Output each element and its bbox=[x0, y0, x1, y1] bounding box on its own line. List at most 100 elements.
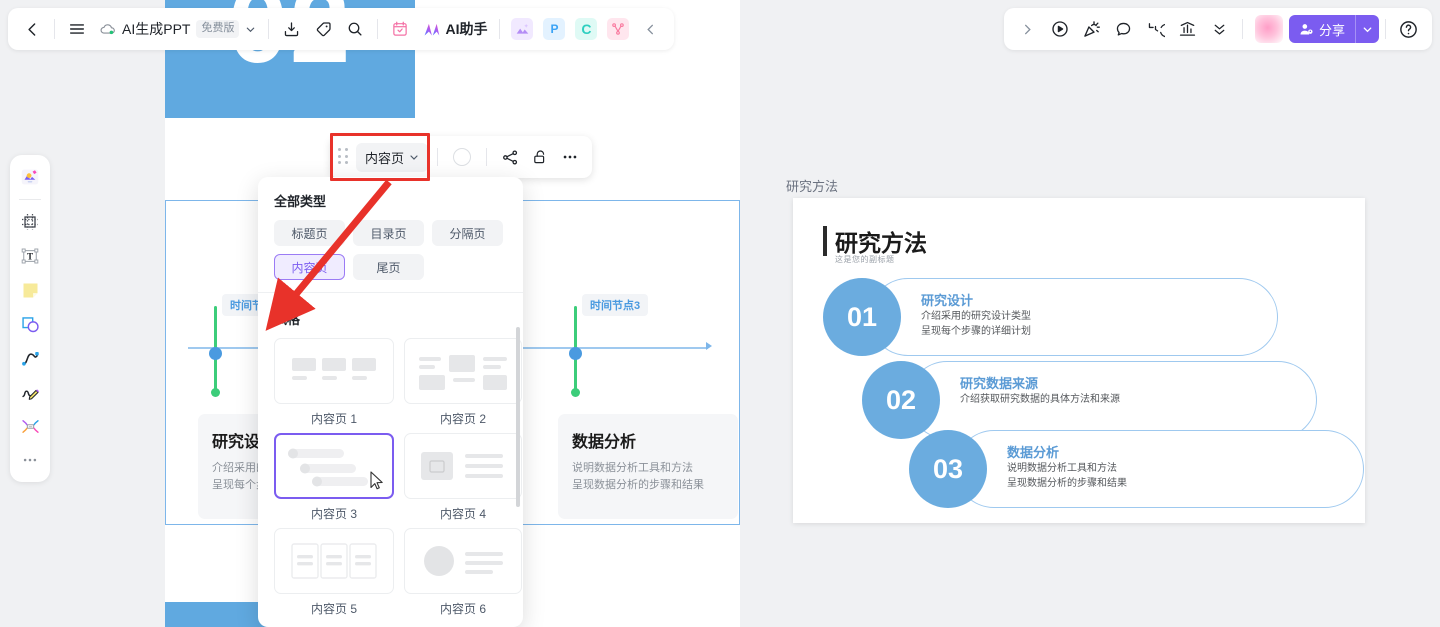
drag-handle-icon[interactable] bbox=[338, 148, 350, 166]
frame-tool[interactable] bbox=[15, 207, 45, 237]
history-button[interactable] bbox=[1140, 13, 1172, 45]
document-title-button[interactable]: AI生成PPT 免费版 bbox=[93, 19, 262, 39]
expand-toolbar-button[interactable] bbox=[1012, 13, 1044, 45]
mindmap-app-icon[interactable]: C bbox=[575, 18, 598, 40]
timeline-card[interactable]: 数据分析 说明数据分析工具和方法 呈现数据分析的步骤和结果 bbox=[558, 414, 738, 519]
style-option-content-4[interactable]: 内容页 4 bbox=[404, 433, 522, 522]
svg-text:T: T bbox=[27, 251, 33, 261]
more-tools[interactable] bbox=[15, 445, 45, 475]
download-button[interactable] bbox=[275, 13, 307, 45]
user-share-icon bbox=[1300, 23, 1313, 34]
style-option-content-2[interactable]: 内容页 2 bbox=[404, 338, 522, 427]
back-button[interactable] bbox=[16, 13, 48, 45]
double-chevron-down-icon bbox=[1215, 24, 1225, 35]
preview-item-heading: 研究数据来源 bbox=[960, 376, 1039, 391]
share-label: 分享 bbox=[1318, 22, 1345, 38]
tag-button[interactable] bbox=[307, 13, 339, 45]
style-option-content-5[interactable]: 内容页 5 bbox=[274, 528, 394, 617]
collapse-panel-button[interactable] bbox=[1204, 13, 1236, 45]
celebrate-button[interactable] bbox=[1076, 13, 1108, 45]
preview-item-line: 说明数据分析工具和方法 bbox=[1007, 463, 1117, 474]
style-thumbnail-preview bbox=[274, 528, 394, 594]
timeline-card-line: 说明数据分析工具和方法 bbox=[572, 462, 693, 474]
timeline-end-dot bbox=[211, 388, 220, 397]
chevron-right-icon bbox=[1025, 24, 1032, 34]
history-clock-icon bbox=[1149, 22, 1166, 37]
toolbar-divider bbox=[486, 148, 488, 166]
pen-curve-tool[interactable] bbox=[15, 343, 45, 373]
help-button[interactable] bbox=[1392, 13, 1424, 45]
type-chip-title-page[interactable]: 标题页 bbox=[274, 220, 345, 246]
sticky-note-tool[interactable] bbox=[15, 275, 45, 305]
shapes-tool[interactable] bbox=[15, 309, 45, 339]
unlock-icon[interactable] bbox=[526, 143, 554, 171]
freehand-draw-tool[interactable] bbox=[15, 377, 45, 407]
toolbar-divider bbox=[1241, 19, 1243, 39]
image-app-icon[interactable] bbox=[511, 18, 534, 40]
connector-tool[interactable] bbox=[15, 411, 45, 441]
preview-item-body: 介绍获取研究数据的具体方法和来源 bbox=[960, 392, 1120, 407]
tag-icon bbox=[316, 21, 331, 36]
templates-tool[interactable] bbox=[15, 162, 45, 192]
left-tool-rail[interactable]: T bbox=[10, 155, 50, 482]
style-thumbnail-grid: 内容页 1 内容页 2 内容页 3 内容页 4 内容页 5 内容页 6 bbox=[258, 338, 523, 627]
style-option-content-6[interactable]: 内容页 6 bbox=[404, 528, 522, 617]
calendar-icon bbox=[393, 21, 408, 36]
search-icon bbox=[349, 22, 363, 36]
type-chip-section-page[interactable]: 分隔页 bbox=[432, 220, 503, 246]
play-circle-icon bbox=[1052, 21, 1068, 37]
help-circle-icon bbox=[1399, 20, 1417, 38]
ai-assistant-button[interactable]: AI助手 bbox=[416, 19, 493, 39]
chevron-down-icon bbox=[1363, 26, 1372, 32]
page-type-label: 内容页 bbox=[365, 150, 405, 166]
preview-title: 研究方法 bbox=[835, 230, 927, 256]
type-chip-toc-page[interactable]: 目录页 bbox=[353, 220, 424, 246]
type-chip-content-page[interactable]: 内容页 bbox=[274, 254, 345, 280]
style-thumbnail-preview bbox=[404, 433, 522, 499]
top-right-toolbar[interactable]: 分享 bbox=[1003, 8, 1432, 50]
preview-slide[interactable]: 研究方法 这是您的副标题 01 研究设计 介绍采用的研究设计类型 呈现每个步骤的… bbox=[793, 198, 1365, 523]
comments-button[interactable] bbox=[1108, 13, 1140, 45]
type-chip-end-page[interactable]: 尾页 bbox=[353, 254, 424, 280]
timeline-card-line: 呈现数据分析的步骤和结果 bbox=[572, 479, 704, 492]
mouse-cursor bbox=[370, 471, 383, 490]
collapse-toolbar-button[interactable] bbox=[634, 13, 666, 45]
statistics-button[interactable] bbox=[1172, 13, 1204, 45]
comment-bubble-icon bbox=[1117, 22, 1131, 36]
panel-divider bbox=[258, 292, 523, 293]
toolbar-divider bbox=[268, 19, 270, 39]
cloud-sync-icon bbox=[100, 23, 115, 34]
timeline-end-dot bbox=[571, 388, 580, 397]
share-dropdown-toggle[interactable] bbox=[1355, 15, 1379, 43]
timeline-chip-label: 时间节点3 bbox=[582, 294, 649, 316]
panel-scrollbar[interactable] bbox=[516, 327, 520, 507]
present-button[interactable] bbox=[1044, 13, 1076, 45]
calendar-button[interactable] bbox=[384, 13, 416, 45]
more-horizontal-icon[interactable] bbox=[556, 143, 584, 171]
preview-title-accent-bar bbox=[823, 226, 827, 256]
menu-button[interactable] bbox=[61, 13, 93, 45]
search-button[interactable] bbox=[339, 13, 371, 45]
style-option-content-1[interactable]: 内容页 1 bbox=[274, 338, 394, 427]
avatar[interactable] bbox=[1254, 15, 1283, 43]
top-toolbar[interactable]: AI生成PPT 免费版 AI助手 P C bbox=[8, 8, 675, 50]
page-type-dropdown[interactable]: 内容页 bbox=[356, 142, 429, 172]
style-option-label: 内容页 3 bbox=[310, 507, 357, 521]
preview-item-02: 02 研究数据来源 介绍获取研究数据的具体方法和来源 bbox=[862, 361, 1317, 439]
slide-floating-toolbar[interactable]: 内容页 bbox=[330, 136, 593, 178]
share-button[interactable]: 分享 bbox=[1288, 15, 1379, 43]
flow-app-icon[interactable] bbox=[607, 18, 630, 40]
style-scroll-area[interactable]: 风格 内容页 1 内容页 2 内容页 3 内容页 4 内容页 5 内容页 6 bbox=[258, 295, 523, 627]
timeline-arrow-head bbox=[706, 342, 712, 350]
preview-item-line: 介绍获取研究数据的具体方法和来源 bbox=[960, 394, 1120, 405]
color-swatch[interactable] bbox=[453, 148, 472, 166]
share-button-main[interactable]: 分享 bbox=[1289, 15, 1355, 43]
share-node-icon[interactable] bbox=[496, 143, 524, 171]
ppt-app-icon[interactable]: P bbox=[543, 18, 566, 40]
preview-subtitle: 这是您的副标题 bbox=[835, 255, 895, 264]
style-option-label: 内容页 2 bbox=[439, 412, 486, 426]
page-type-dropdown-panel[interactable]: 全部类型 标题页 目录页 分隔页 内容页 尾页 风格 内容页 1 内容页 2 内… bbox=[258, 177, 523, 627]
text-tool[interactable]: T bbox=[15, 241, 45, 271]
toolbar-divider bbox=[499, 19, 501, 39]
document-title: AI生成PPT bbox=[122, 21, 191, 37]
